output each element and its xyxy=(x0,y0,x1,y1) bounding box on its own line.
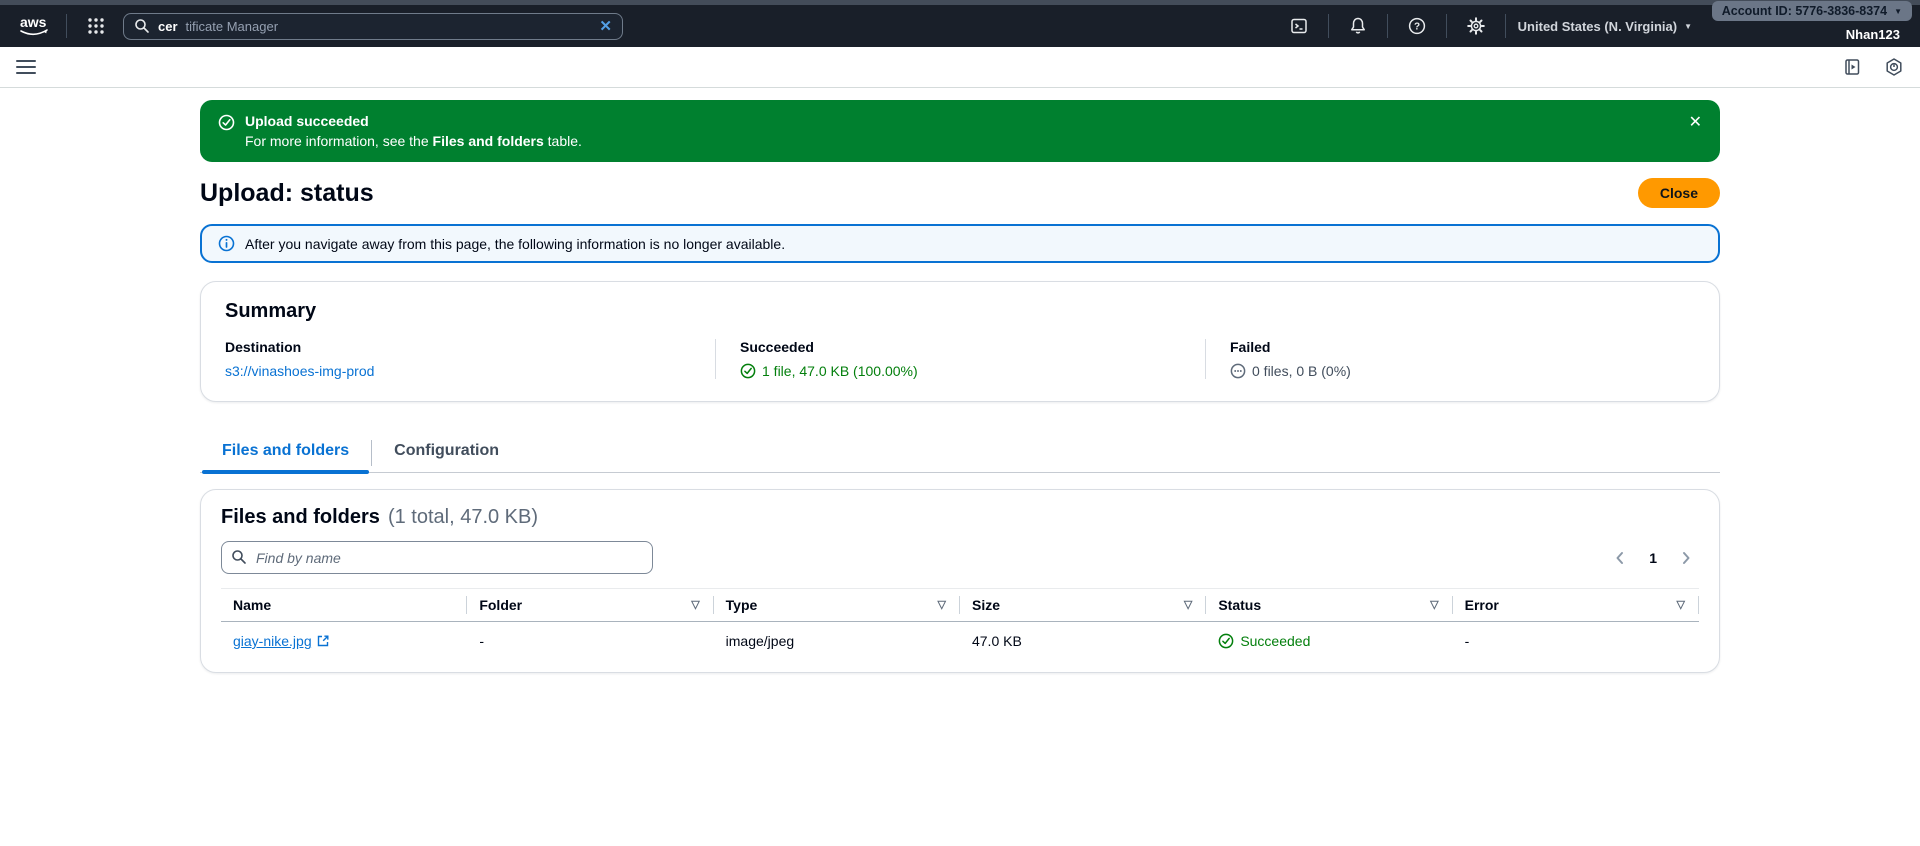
error-cell: - xyxy=(1464,633,1470,649)
status-badge: Succeeded xyxy=(1218,633,1440,649)
secondary-toolbar xyxy=(0,47,1920,88)
aws-logo-text: aws xyxy=(20,14,47,30)
main-content: Upload succeeded For more information, s… xyxy=(200,100,1720,673)
success-check-icon xyxy=(1218,633,1234,649)
search-icon xyxy=(232,550,246,564)
column-header-size[interactable]: Size ▽ xyxy=(959,588,1207,622)
search-clear-icon[interactable]: ✕ xyxy=(599,17,612,35)
succeeded-label: Succeeded xyxy=(740,339,814,355)
divider xyxy=(1504,14,1506,38)
notifications-bell-icon[interactable] xyxy=(1341,9,1375,43)
size-cell: 47.0 KB xyxy=(971,633,1022,649)
column-header-error[interactable]: Error ▽ xyxy=(1452,588,1699,622)
files-count: (1 total, 47.0 KB) xyxy=(387,506,539,528)
search-typed-text: cer xyxy=(158,18,178,34)
page-title: Upload: status xyxy=(200,178,374,207)
filter-icon[interactable]: ▽ xyxy=(1430,598,1438,611)
column-header-type[interactable]: Type ▽ xyxy=(713,588,960,622)
search-icon xyxy=(135,19,149,33)
info-icon xyxy=(218,235,235,252)
summary-succeeded: Succeeded 1 file, 47.0 KB (100.00%) xyxy=(715,339,1205,379)
divider xyxy=(1386,14,1388,38)
username-label: Nhan123 xyxy=(1845,27,1900,42)
top-navigation: aws cer tificate Manager ✕ ? United Stat… xyxy=(0,1,1920,47)
next-page-icon[interactable] xyxy=(1673,546,1699,570)
region-label: United States (N. Virginia) xyxy=(1517,18,1678,34)
info-banner-text: After you navigate away from this page, … xyxy=(245,235,786,252)
settings-gear-icon[interactable] xyxy=(1459,9,1493,43)
find-by-name-input[interactable] xyxy=(221,541,653,574)
success-check-icon xyxy=(218,114,235,136)
column-header-folder[interactable]: Folder ▽ xyxy=(467,588,714,622)
divider xyxy=(1327,14,1329,38)
services-grid-icon[interactable] xyxy=(79,9,113,43)
success-flashbar: Upload succeeded For more information, s… xyxy=(200,100,1720,162)
files-and-folders-card: Files and folders (1 total, 47.0 KB) 1 xyxy=(200,489,1720,673)
tab-bar: Files and folders Configuration xyxy=(200,436,1720,474)
divider xyxy=(1445,14,1447,38)
summary-card: Summary Destination s3://vinashoes-img-p… xyxy=(200,281,1720,402)
region-selector[interactable]: United States (N. Virginia) ▼ xyxy=(1518,19,1692,34)
none-ellipsis-icon xyxy=(1230,363,1246,379)
destination-bucket-link[interactable]: s3://vinashoes-img-prod xyxy=(225,363,374,379)
svg-text:?: ? xyxy=(1414,22,1420,33)
failed-value: 0 files, 0 B (0%) xyxy=(1252,363,1351,379)
divider xyxy=(66,14,67,38)
aws-logo-icon: aws xyxy=(20,14,48,36)
flash-close-icon[interactable]: ✕ xyxy=(1689,112,1702,132)
flash-message-bold: Files and folders xyxy=(432,133,544,149)
hexagon-clock-icon[interactable] xyxy=(1884,57,1904,77)
previous-page-icon[interactable] xyxy=(1607,546,1633,570)
page-number-current[interactable]: 1 xyxy=(1643,550,1663,566)
resources-journal-icon[interactable] xyxy=(1842,57,1862,77)
summary-destination: Destination s3://vinashoes-img-prod xyxy=(225,339,715,379)
column-header-name[interactable]: Name xyxy=(221,588,468,622)
filter-icon[interactable]: ▽ xyxy=(1184,598,1192,611)
tab-files-and-folders[interactable]: Files and folders xyxy=(200,436,371,474)
cloudshell-icon[interactable] xyxy=(1282,9,1316,43)
chevron-down-icon: ▼ xyxy=(1894,6,1902,16)
filter-icon[interactable]: ▽ xyxy=(938,598,946,611)
account-id-badge[interactable]: Account ID: 5776-3836-8374 ▼ xyxy=(1711,1,1912,21)
search-completion-text: tificate Manager xyxy=(185,18,279,34)
flash-title: Upload succeeded xyxy=(245,113,369,129)
files-panel-title: Files and folders xyxy=(221,506,380,528)
success-check-icon xyxy=(740,363,756,379)
succeeded-value: 1 file, 47.0 KB (100.00%) xyxy=(762,363,918,379)
info-banner: After you navigate away from this page, … xyxy=(200,224,1720,263)
type-cell: image/jpeg xyxy=(725,633,795,649)
destination-label: Destination xyxy=(225,339,302,355)
filter-icon[interactable]: ▽ xyxy=(1677,598,1685,611)
account-id-text: Account ID: 5776-3836-8374 xyxy=(1721,4,1888,18)
column-header-status[interactable]: Status ▽ xyxy=(1206,588,1453,622)
external-link-icon xyxy=(317,635,329,647)
filter-icon[interactable]: ▽ xyxy=(691,598,699,611)
hamburger-menu-icon[interactable] xyxy=(16,56,36,78)
find-by-name-search xyxy=(221,541,653,574)
failed-label: Failed xyxy=(1230,339,1271,355)
file-name-link[interactable]: giay-nike.jpg xyxy=(233,633,329,649)
flash-message: For more information, see the Files and … xyxy=(245,133,582,149)
folder-cell: - xyxy=(479,633,484,649)
table-row: giay-nike.jpg - image/jpeg 47.0 KB Succe… xyxy=(221,622,1699,663)
close-button[interactable]: Close xyxy=(1637,178,1720,208)
summary-title: Summary xyxy=(225,300,317,322)
chevron-down-icon: ▼ xyxy=(1684,21,1692,31)
summary-failed: Failed 0 files, 0 B (0%) xyxy=(1205,339,1695,379)
pagination: 1 xyxy=(1607,546,1699,570)
tab-configuration[interactable]: Configuration xyxy=(372,436,521,472)
files-table: Name Folder ▽ Type ▽ Size ▽ Status ▽ Err… xyxy=(221,588,1699,662)
global-search-input[interactable]: cer tificate Manager ✕ xyxy=(123,12,623,40)
help-icon[interactable]: ? xyxy=(1400,9,1434,43)
aws-logo[interactable]: aws xyxy=(16,13,54,39)
